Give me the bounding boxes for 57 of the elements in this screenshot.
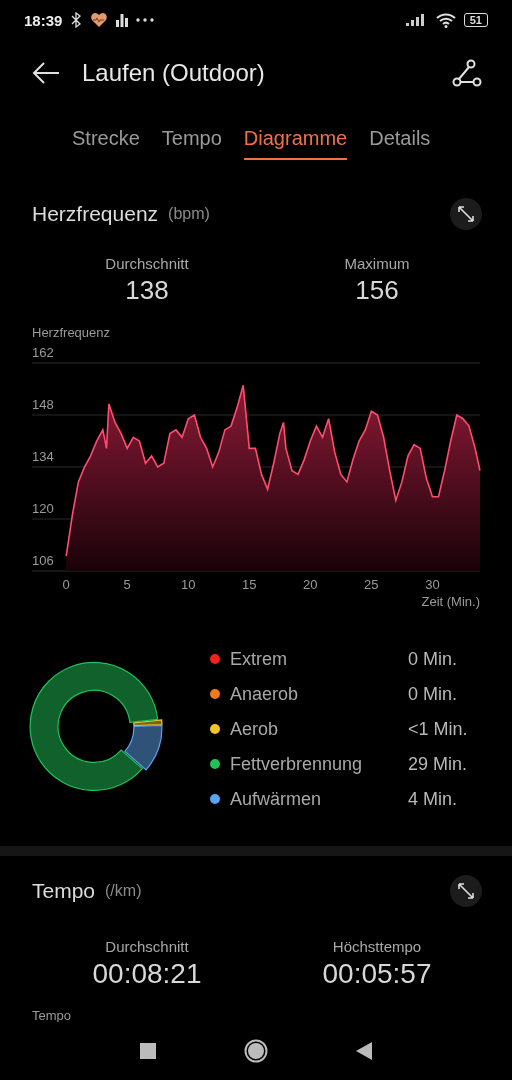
tab[interactable]: Tempo <box>161 116 222 160</box>
status-time: 18:39 <box>24 11 63 29</box>
stat-label: Durchschnitt <box>105 938 189 955</box>
axis-label: 5 <box>123 577 131 592</box>
expand-icon <box>457 882 475 900</box>
axis-label: 134 <box>32 449 54 464</box>
zone-name: Extrem <box>230 648 288 670</box>
stat-label: Maximum <box>344 255 410 272</box>
axis-label: 25 <box>364 577 379 592</box>
zone-name: Aufwärmen <box>230 788 323 810</box>
zone-name: Fettverbrennung <box>230 753 364 775</box>
tab[interactable]: Diagramme <box>243 116 348 160</box>
zone-duration: 4 Min. <box>408 788 458 810</box>
axis-label: 15 <box>242 577 257 592</box>
tab[interactable]: Details <box>369 116 431 160</box>
axis-label: 148 <box>32 397 54 412</box>
stat-value: 00:08:21 <box>92 958 202 990</box>
stat-value: 138 <box>125 275 169 306</box>
zone-duration: 0 Min. <box>408 648 458 670</box>
axis-label: 10 <box>181 577 196 592</box>
axis-label: 106 <box>32 553 54 568</box>
axis-label: 0 <box>62 577 70 592</box>
more-icon <box>136 18 155 22</box>
section-title: Tempo <box>32 879 96 903</box>
stat-value: 00:05:57 <box>322 958 432 990</box>
stat-label: Höchsttempo <box>332 938 422 955</box>
back-arrow-icon[interactable] <box>32 61 60 85</box>
unit-label: (bpm) <box>168 205 211 223</box>
zone-name: Aerob <box>230 718 280 740</box>
expand-button[interactable] <box>450 198 482 230</box>
battery-level: 51 <box>463 13 488 27</box>
stat-value: 156 <box>355 275 399 306</box>
axis-title: Tempo <box>31 1007 73 1024</box>
stat-label: Durchschnitt <box>105 255 189 272</box>
unit-label: (/km) <box>105 882 143 900</box>
axis-label: 162 <box>32 345 54 360</box>
expand-button[interactable] <box>450 875 482 907</box>
axis-label: 20 <box>303 577 318 592</box>
tab[interactable]: Strecke <box>72 116 140 160</box>
zone-name: Anaerob <box>230 683 300 705</box>
axis-label: 30 <box>425 577 440 592</box>
zone-duration: 29 Min. <box>408 753 468 775</box>
axis-title: Herzfrequenz <box>32 325 111 340</box>
page-title: Laufen (Outdoor) <box>82 59 266 87</box>
bluetooth-icon <box>70 12 83 28</box>
share-icon[interactable] <box>452 59 482 87</box>
section-title: Herzfrequenz <box>32 202 159 226</box>
zone-duration: <1 Min. <box>408 718 468 740</box>
expand-icon <box>457 205 475 223</box>
heart-icon <box>90 12 109 28</box>
bars-icon <box>116 13 129 27</box>
wifi-icon <box>435 12 456 28</box>
axis-title: Zeit (Min.) <box>421 594 480 609</box>
axis-label: 120 <box>32 501 54 516</box>
back-icon[interactable] <box>356 1042 372 1060</box>
zone-duration: 0 Min. <box>408 683 458 705</box>
home-icon[interactable] <box>244 1039 268 1063</box>
